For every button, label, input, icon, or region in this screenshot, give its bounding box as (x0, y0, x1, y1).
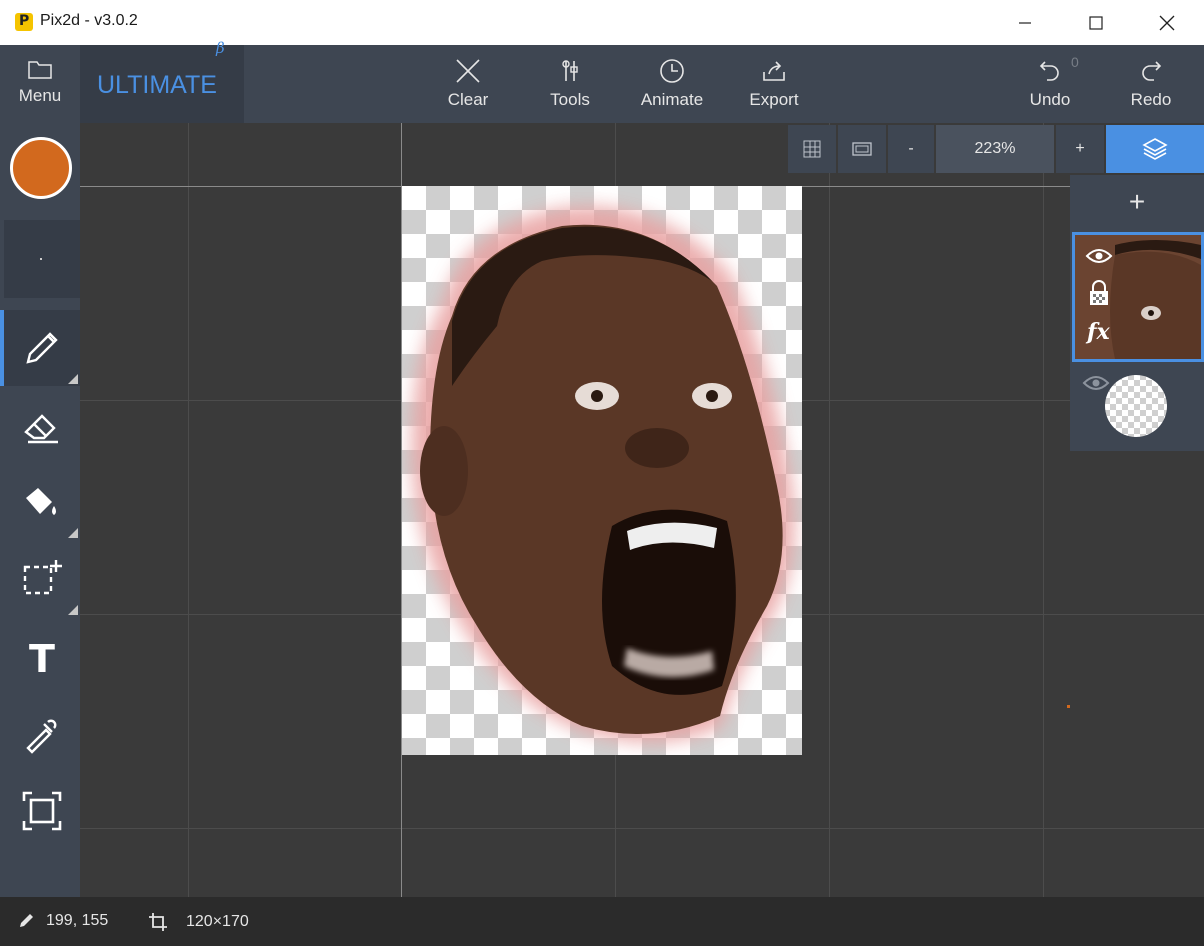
close-button[interactable] (1132, 0, 1202, 45)
tool-options-indicator (68, 528, 78, 538)
clear-label: Clear (447, 90, 489, 109)
minimize-button[interactable] (990, 0, 1060, 45)
export-button[interactable]: Export (734, 45, 814, 123)
tools-button[interactable]: Tools (530, 45, 610, 123)
eraser-icon (24, 414, 58, 444)
tool-options-indicator (68, 605, 78, 615)
paint-bucket-icon (26, 488, 56, 515)
menu-label: Menu (18, 86, 62, 105)
zoom-value: 223% (974, 140, 1016, 157)
canvas-size[interactable]: 120×170 (148, 912, 249, 932)
face-artwork (412, 206, 795, 743)
brush-size-preview[interactable] (4, 220, 80, 298)
export-label: Export (749, 90, 799, 109)
cursor-position: 199, 155 (18, 912, 108, 930)
crop-frame-icon (22, 791, 62, 831)
color-picker[interactable] (0, 123, 80, 220)
visibility-eye-icon[interactable] (1085, 247, 1113, 265)
tool-options-indicator (68, 374, 78, 384)
clock-icon (660, 59, 684, 83)
canvas-size-value: 120×170 (186, 913, 249, 930)
crop-resize-icon (149, 913, 167, 931)
add-layer-label: + (1128, 186, 1146, 217)
artboard[interactable] (402, 186, 802, 755)
undo-count: 0 (1071, 54, 1079, 70)
text-icon: T (29, 637, 55, 681)
grid-line (80, 828, 1204, 829)
layers-icon (1142, 138, 1168, 160)
text-tool[interactable]: T (4, 621, 80, 697)
grid-line (188, 123, 189, 897)
edition-suffix: β (216, 39, 225, 57)
clear-button[interactable]: Clear (428, 45, 508, 123)
maximize-icon (1089, 15, 1103, 30)
animate-label: Animate (640, 90, 704, 109)
menu-button[interactable]: Menu (0, 45, 80, 123)
redo-button[interactable]: Redo (1111, 45, 1191, 123)
edition-label: ULTIMATE (97, 71, 217, 99)
add-layer-button[interactable]: + (1070, 175, 1204, 229)
pencil-small-icon (20, 914, 33, 927)
export-share-icon (763, 61, 785, 81)
selection-tool[interactable] (4, 541, 80, 617)
status-bar: 199, 155 120×170 (0, 897, 1204, 946)
clear-x-icon (456, 59, 480, 83)
tools-icon (562, 60, 578, 81)
pencil-icon (26, 332, 58, 364)
tool-sidebar: T (0, 123, 80, 897)
layer-item[interactable] (1070, 360, 1204, 451)
layers-panel: + fx (1070, 175, 1204, 451)
close-icon (1159, 15, 1175, 30)
minimize-icon (1019, 21, 1031, 24)
zoom-in-label: + (1075, 140, 1085, 157)
eraser-tool[interactable] (4, 388, 80, 464)
app-logo-icon (15, 13, 33, 31)
cursor-position-value: 199, 155 (46, 912, 109, 929)
fill-tool[interactable] (4, 464, 80, 540)
undo-icon (1039, 61, 1059, 81)
layer-thumbnail (1105, 375, 1167, 437)
folder-icon (28, 61, 52, 79)
edition-badge: ULTIMATE β (80, 39, 244, 123)
zoom-out-button[interactable]: - (888, 125, 934, 173)
effects-fx-icon[interactable]: fx (1085, 319, 1115, 345)
lock-transparency-icon[interactable] (1087, 279, 1111, 307)
svg-text:fx: fx (1085, 319, 1110, 345)
window-title: Pix2d - v3.0.2 (40, 12, 138, 29)
redo-label: Redo (1130, 90, 1172, 109)
tools-label: Tools (550, 90, 590, 109)
grid-line (1043, 123, 1044, 897)
toggle-grid-button[interactable] (788, 125, 836, 173)
pencil-tool[interactable] (0, 310, 80, 386)
zoom-level[interactable]: 223% (936, 125, 1054, 173)
top-toolbar: Menu ULTIMATE β Clear Tools Animate Expo… (0, 39, 1204, 123)
grid-icon (803, 140, 821, 158)
crop-tool[interactable] (4, 773, 80, 849)
animate-button[interactable]: Animate (632, 45, 712, 123)
eyedropper-tool[interactable] (4, 696, 80, 772)
selection-add-icon (23, 560, 62, 595)
maximize-button[interactable] (1061, 0, 1131, 45)
title-bar: Pix2d - v3.0.2 (0, 0, 1204, 45)
zoom-in-button[interactable]: + (1056, 125, 1104, 173)
undo-label: Undo (1029, 90, 1071, 109)
canvas-viewport[interactable] (80, 123, 1204, 897)
redo-icon (1142, 61, 1162, 81)
toggle-preview-button[interactable] (838, 125, 886, 173)
canvas-pixel-marker (1067, 705, 1070, 708)
layers-toggle-button[interactable] (1106, 125, 1204, 173)
layer-item-active[interactable]: fx (1072, 232, 1204, 362)
zoom-out-label: - (908, 140, 914, 157)
preview-frame-icon (852, 142, 872, 156)
primary-color-swatch[interactable] (10, 137, 72, 199)
grid-line (829, 123, 830, 897)
eyedropper-icon (26, 719, 57, 754)
